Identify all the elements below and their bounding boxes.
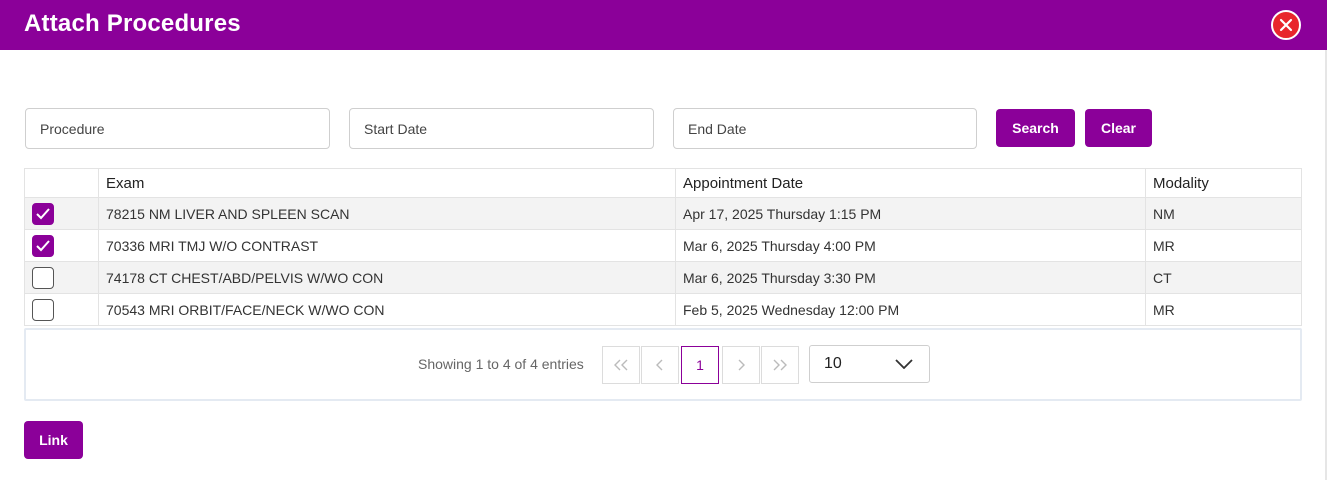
row-select-cell [24,293,99,326]
row-checkbox[interactable] [32,234,54,257]
close-icon [1279,18,1293,32]
appointment-date-cell: Apr 17, 2025 Thursday 1:15 PM [675,197,1146,230]
column-header-select [24,168,99,198]
table-row: 70336 MRI TMJ W/O CONTRAST Mar 6, 2025 Th… [24,229,1302,262]
column-header-appointment-date: Appointment Date [675,168,1146,198]
start-date-input[interactable] [349,108,654,149]
search-button[interactable]: Search [996,109,1075,147]
row-checkbox[interactable] [32,298,54,321]
appointment-date-cell: Feb 5, 2025 Wednesday 12:00 PM [675,293,1146,326]
table-row: 74178 CT CHEST/ABD/PELVIS W/WO CON Mar 6,… [24,261,1302,294]
appointment-date-cell: Mar 6, 2025 Thursday 3:30 PM [675,261,1146,294]
procedures-table: Exam Appointment Date Modality 78215 NM … [24,168,1302,326]
page-size-select[interactable]: 10 [809,345,930,383]
row-select-cell [24,261,99,294]
double-chevron-right-icon [773,359,787,371]
dialog-title: Attach Procedures [24,10,241,37]
previous-page-button[interactable] [641,346,679,384]
page-size-value: 10 [824,355,842,372]
modality-cell: CT [1145,261,1302,294]
modality-cell: MR [1145,229,1302,262]
first-page-button[interactable] [602,346,640,384]
procedure-input[interactable] [25,108,330,149]
next-page-button[interactable] [722,346,760,384]
chevron-right-icon [738,359,745,371]
row-checkbox[interactable] [32,266,54,289]
entries-info: Showing 1 to 4 of 4 entries [418,356,584,372]
check-icon [36,207,50,219]
exam-cell: 74178 CT CHEST/ABD/PELVIS W/WO CON [98,261,676,294]
dialog-header: Attach Procedures [0,0,1327,50]
column-header-modality: Modality [1145,168,1302,198]
appointment-date-cell: Mar 6, 2025 Thursday 4:00 PM [675,229,1146,262]
modality-cell: MR [1145,293,1302,326]
column-header-exam: Exam [98,168,676,198]
row-select-cell [24,197,99,230]
exam-cell: 70543 MRI ORBIT/FACE/NECK W/WO CON [98,293,676,326]
link-button[interactable]: Link [24,421,83,459]
exam-cell: 78215 NM LIVER AND SPLEEN SCAN [98,197,676,230]
page-1-button[interactable]: 1 [681,346,719,384]
last-page-button[interactable] [761,346,799,384]
table-row: 78215 NM LIVER AND SPLEEN SCAN Apr 17, 20… [24,197,1302,230]
pagination-bar: Showing 1 to 4 of 4 entries 1 10 [24,328,1302,401]
chevron-down-icon [895,359,913,369]
exam-cell: 70336 MRI TMJ W/O CONTRAST [98,229,676,262]
close-button[interactable] [1271,10,1301,40]
end-date-input[interactable] [673,108,977,149]
table-header-row: Exam Appointment Date Modality [24,168,1302,198]
row-select-cell [24,229,99,262]
row-checkbox[interactable] [32,202,54,225]
clear-button[interactable]: Clear [1085,109,1152,147]
check-icon [36,239,50,251]
chevron-left-icon [656,359,663,371]
modality-cell: NM [1145,197,1302,230]
table-row: 70543 MRI ORBIT/FACE/NECK W/WO CON Feb 5,… [24,293,1302,326]
double-chevron-left-icon [614,359,628,371]
